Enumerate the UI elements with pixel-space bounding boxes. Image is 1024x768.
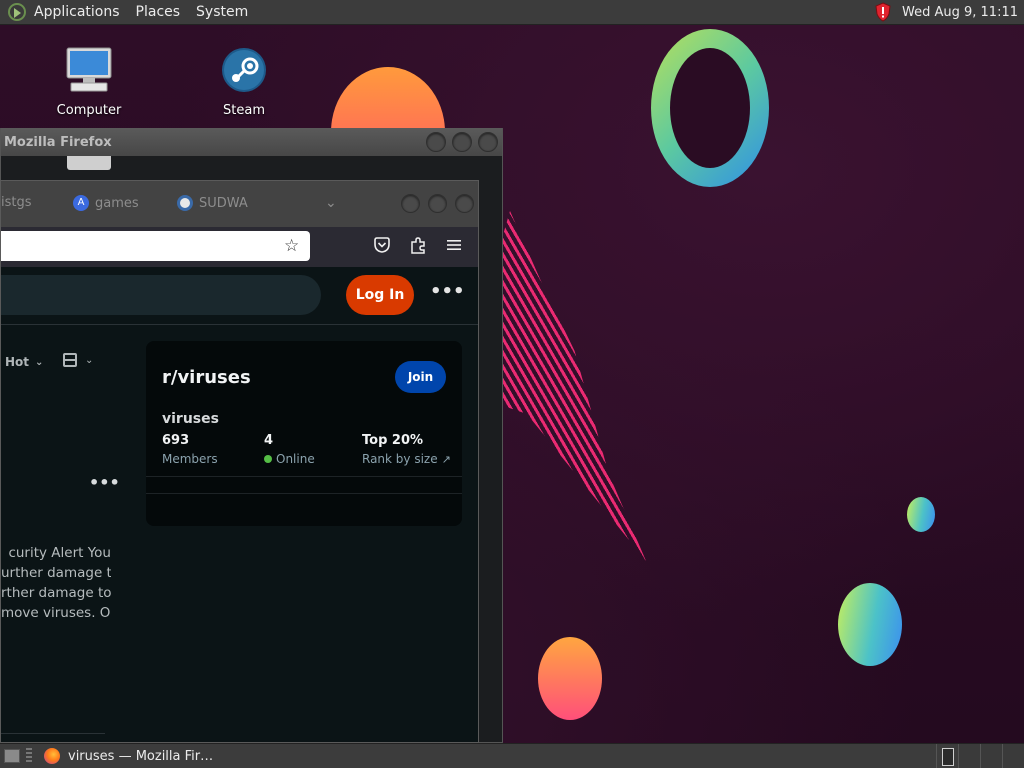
workspace-3[interactable] <box>980 743 1002 768</box>
tab-label: SUDWA <box>199 195 248 211</box>
minimize-button[interactable] <box>426 132 446 152</box>
chevron-down-icon: ⌄ <box>85 354 94 366</box>
back-window-titlebar[interactable]: Mozilla Firefox <box>1 128 502 156</box>
top-panel: Applications Places System Wed Aug 9, 11… <box>0 0 1024 25</box>
stat-label-text: Online <box>276 452 315 466</box>
rank-stat: Top 20% Rank by size ↗ <box>362 433 451 466</box>
post-divider <box>1 733 105 734</box>
extensions-puzzle-icon[interactable] <box>408 235 428 255</box>
card-divider <box>146 493 462 494</box>
clock[interactable]: Wed Aug 9, 11:11 <box>902 5 1018 20</box>
community-name[interactable]: r/viruses <box>162 367 251 388</box>
tab-favicon-icon <box>177 195 193 211</box>
join-button[interactable]: Join <box>395 361 446 393</box>
front-window-controls <box>401 194 474 213</box>
stat-value: 693 <box>162 433 190 448</box>
card-view-icon <box>63 353 77 367</box>
desktop-icon-label: Computer <box>56 103 122 118</box>
reddit-search-input[interactable] <box>1 275 321 315</box>
chevron-down-icon: ⌄ <box>35 356 44 368</box>
community-description: viruses <box>162 411 219 427</box>
workspace-1[interactable] <box>936 743 958 768</box>
firefox-icon <box>44 748 60 764</box>
post-text-line: move viruses. OK <box>1 605 111 621</box>
desktop-icon-steam[interactable]: Steam <box>199 46 289 118</box>
maximize-button[interactable] <box>428 194 447 213</box>
steam-icon <box>222 48 266 92</box>
workspace-switcher <box>936 743 1024 768</box>
close-button[interactable] <box>478 132 498 152</box>
tab-label: games <box>95 195 139 211</box>
nav-toolbar: ☆ <box>1 227 478 267</box>
back-window-controls <box>426 132 502 152</box>
show-desktop-icon[interactable] <box>4 749 20 763</box>
menu-places[interactable]: Places <box>128 0 189 25</box>
wallpaper-ring-shape <box>651 29 769 187</box>
sort-dropdown[interactable]: Hot ⌄ <box>5 355 43 369</box>
post-text-line: curity Alert You <box>8 545 111 561</box>
card-divider <box>146 476 462 477</box>
stat-label: Online <box>264 452 315 466</box>
tab-3[interactable]: SUDWA <box>177 195 248 211</box>
login-button[interactable]: Log In <box>346 275 414 315</box>
members-stat: 693 Members <box>162 433 218 466</box>
stat-label-text: Rank by size <box>362 452 438 466</box>
online-stat: 4 Online <box>264 433 315 466</box>
tab-1[interactable]: istgs <box>1 195 32 210</box>
tab-bar: istgs A games SUDWA ⌄ <box>1 181 478 227</box>
reddit-content: Hot ⌄ ⌄ ••• curity Alert You urther dama… <box>1 325 478 742</box>
tab-list-chevron-icon[interactable]: ⌄ <box>325 195 337 211</box>
stat-value: 4 <box>264 433 274 448</box>
stat-label: Members <box>162 452 218 466</box>
rank-by-size-link[interactable]: Rank by size ↗ <box>362 452 451 466</box>
url-bar[interactable]: ☆ <box>1 231 310 261</box>
post-body-text[interactable]: curity Alert You urther damage to rther … <box>1 543 111 623</box>
post-text-line: urther damage to <box>1 565 111 581</box>
wallpaper-green-blob <box>838 583 902 666</box>
stat-label-text: Members <box>162 452 218 466</box>
online-dot-icon <box>264 455 272 463</box>
desktop-icon-label: Steam <box>223 103 265 118</box>
menu-applications[interactable]: Applications <box>26 0 128 25</box>
stat-value: Top 20% <box>362 433 424 448</box>
panel-grip-icon <box>26 748 32 764</box>
sort-label: Hot <box>5 355 30 369</box>
post-text-line: rther damage to <box>1 585 111 601</box>
back-window-content-fragment <box>67 156 111 170</box>
pocket-icon[interactable] <box>372 235 392 255</box>
tab-label: istgs <box>1 195 32 210</box>
hamburger-menu-icon[interactable] <box>444 235 464 255</box>
computer-icon <box>66 47 112 92</box>
close-button[interactable] <box>455 194 474 213</box>
community-info-card: r/viruses Join viruses 693 Members 4 Onl… <box>146 341 462 526</box>
workspace-2[interactable] <box>958 743 980 768</box>
shield-alert-icon[interactable] <box>874 2 892 22</box>
wallpaper-small-green-blob <box>907 497 935 532</box>
minimize-button[interactable] <box>401 194 420 213</box>
bottom-panel: viruses — Mozilla Fir… <box>0 743 1024 768</box>
post-options-button[interactable]: ••• <box>89 473 120 492</box>
wallpaper-bottom-orange-blob <box>538 637 602 720</box>
front-firefox-window: istgs A games SUDWA ⌄ ☆ Log In ••• Hot ⌄… <box>0 180 479 743</box>
workspace-4[interactable] <box>1002 743 1024 768</box>
top-panel-tray: Wed Aug 9, 11:11 <box>874 2 1024 22</box>
top-menu: Applications Places System <box>26 0 256 25</box>
back-window-title: Mozilla Firefox <box>4 134 112 150</box>
external-link-icon: ↗ <box>441 452 451 466</box>
taskbar-item-firefox[interactable]: viruses — Mozilla Fir… <box>38 745 219 767</box>
distro-logo-icon[interactable] <box>8 3 26 21</box>
taskbar-item-label: viruses — Mozilla Fir… <box>68 748 214 764</box>
desktop-icon-computer[interactable]: Computer <box>44 46 134 118</box>
tab-favicon-icon: A <box>73 195 89 211</box>
view-toggle-dropdown[interactable]: ⌄ <box>63 353 93 367</box>
maximize-button[interactable] <box>452 132 472 152</box>
more-options-button[interactable]: ••• <box>430 281 465 307</box>
menu-system[interactable]: System <box>188 0 256 25</box>
tab-2[interactable]: A games <box>73 195 139 211</box>
bookmark-star-icon[interactable]: ☆ <box>284 237 302 255</box>
reddit-header: Log In ••• <box>1 267 478 325</box>
